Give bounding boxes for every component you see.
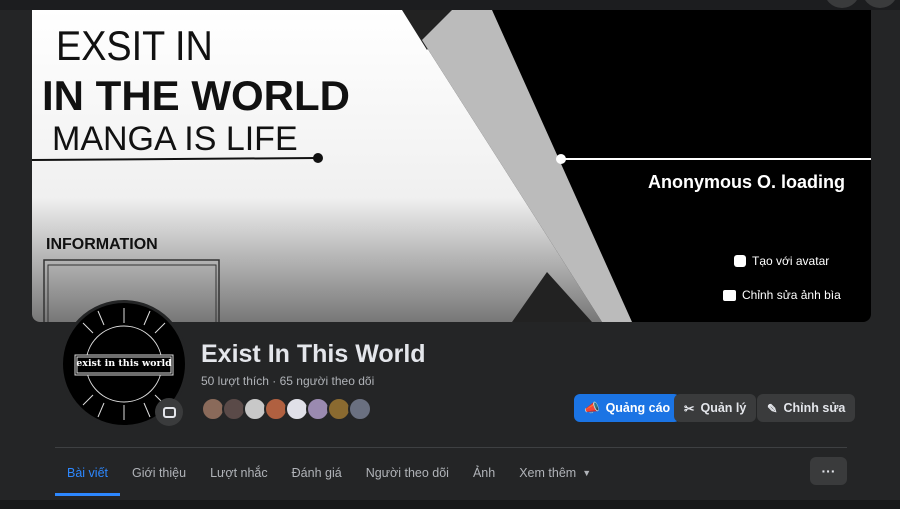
page-tabs: Bài viết Giới thiệu Lượt nhắc Đánh giá N… [55, 452, 603, 496]
top-bar [0, 0, 900, 10]
more-options-button[interactable]: ··· [810, 457, 847, 485]
tab-more[interactable]: Xem thêm ▼ [507, 452, 603, 494]
camera-icon [723, 289, 736, 301]
avatar-logo-text: exist in this world [76, 358, 172, 369]
cover-line2: IN THE WORLD [42, 72, 350, 119]
tab-followers[interactable]: Người theo dõi [354, 452, 461, 494]
tools-icon: ✂ [684, 401, 695, 416]
ads-button[interactable]: 📣 Quảng cáo [574, 394, 681, 422]
page-title: Exist In This World [201, 340, 426, 368]
edit-cover-label: Chỉnh sửa ảnh bìa [742, 288, 841, 302]
friend-avatar[interactable] [348, 397, 372, 421]
edit-cover-button[interactable]: Chỉnh sửa ảnh bìa [723, 288, 841, 302]
change-avatar-button[interactable] [155, 398, 183, 426]
page-stats[interactable]: 50 lượt thích · 65 người theo dõi [201, 374, 374, 388]
create-with-avatar-button[interactable]: Tạo với avatar [734, 254, 829, 268]
camera-icon [162, 406, 176, 418]
divider [55, 447, 847, 448]
manage-button[interactable]: ✂ Quản lý [674, 394, 757, 422]
cover-right-text: Anonymous O. loading [648, 172, 845, 192]
tab-reviews[interactable]: Đánh giá [280, 452, 354, 494]
edit-label: Chỉnh sửa [783, 401, 846, 415]
avatar-icon [734, 255, 746, 267]
top-button[interactable] [862, 0, 898, 8]
cover-line3: MANGA IS LIFE [52, 120, 298, 158]
tab-photos[interactable]: Ảnh [461, 452, 507, 494]
edit-button[interactable]: ✎ Chỉnh sửa [757, 394, 856, 422]
create-with-avatar-label: Tạo với avatar [752, 254, 830, 268]
cover-photo: EXSIT IN IN THE WORLD MANGA IS LIFE INFO… [32, 10, 871, 322]
tab-more-label: Xem thêm [519, 466, 577, 480]
tab-posts[interactable]: Bài viết [55, 452, 120, 496]
ads-label: Quảng cáo [605, 401, 671, 415]
manage-label: Quản lý [700, 401, 747, 415]
top-button[interactable] [824, 0, 860, 8]
tab-mentions[interactable]: Lượt nhắc [198, 452, 280, 494]
megaphone-icon: 📣 [584, 400, 600, 415]
pencil-icon: ✎ [767, 401, 778, 416]
tab-about[interactable]: Giới thiệu [120, 452, 198, 494]
friend-avatars[interactable] [201, 397, 372, 421]
cover-info: INFORMATION [46, 236, 158, 253]
feed-area [0, 500, 900, 509]
cover-line1: EXSIT IN [56, 22, 213, 69]
caret-down-icon: ▼ [582, 468, 592, 478]
